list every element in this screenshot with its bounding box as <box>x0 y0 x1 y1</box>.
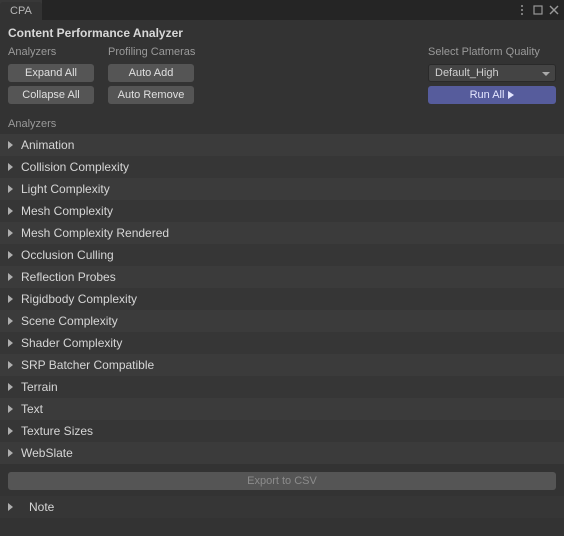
analyzer-row[interactable]: Shader Complexity <box>0 332 564 354</box>
titlebar: CPA <box>0 0 564 20</box>
foldout-icon <box>8 295 13 303</box>
foldout-icon <box>8 383 13 391</box>
foldout-icon <box>8 163 13 171</box>
window-controls <box>512 0 564 20</box>
bottom-area: Export to CSV Note <box>0 464 564 526</box>
auto-remove-button[interactable]: Auto Remove <box>108 86 194 104</box>
cameras-col-label: Profiling Cameras <box>108 46 228 58</box>
analyzer-label: Mesh Complexity Rendered <box>21 226 169 240</box>
note-label: Note <box>29 500 54 514</box>
analyzer-label: Mesh Complexity <box>21 204 113 218</box>
foldout-icon <box>8 251 13 259</box>
window-tab[interactable]: CPA <box>0 2 42 20</box>
foldout-icon <box>8 503 13 511</box>
analyzer-row[interactable]: WebSlate <box>0 442 564 464</box>
analyzer-label: Occlusion Culling <box>21 248 114 262</box>
run-all-label: Run All <box>470 89 505 101</box>
quality-dropdown[interactable]: Default_High <box>428 64 556 82</box>
analyzer-label: Shader Complexity <box>21 336 122 350</box>
expand-all-button[interactable]: Expand All <box>8 64 94 82</box>
cpa-window: CPA Content Performance Analyzer Analyze… <box>0 0 564 536</box>
quality-label: Select Platform Quality <box>428 46 540 58</box>
toolbar-col-quality: Select Platform Quality Default_High Run… <box>428 46 556 104</box>
analyzer-row[interactable]: Mesh Complexity Rendered <box>0 222 564 244</box>
quality-dropdown-value: Default_High <box>435 67 499 79</box>
analyzer-label: Text <box>21 402 43 416</box>
export-csv-button[interactable]: Export to CSV <box>8 472 556 490</box>
analyzer-row[interactable]: Text <box>0 398 564 420</box>
foldout-icon <box>8 229 13 237</box>
analyzer-row[interactable]: Reflection Probes <box>0 266 564 288</box>
page-title: Content Performance Analyzer <box>0 20 564 44</box>
analyzer-label: Scene Complexity <box>21 314 118 328</box>
analyzers-list: Animation Collision Complexity Light Compl… <box>0 134 564 464</box>
foldout-icon <box>8 405 13 413</box>
analyzer-row[interactable]: SRP Batcher Compatible <box>0 354 564 376</box>
context-menu-icon[interactable] <box>516 4 528 16</box>
toolbar-col-cameras: Profiling Cameras Auto Add Auto Remove <box>108 46 228 104</box>
analyzers-section-label: Analyzers <box>0 106 564 134</box>
analyzers-col-label: Analyzers <box>8 46 108 58</box>
analyzer-row[interactable]: Mesh Complexity <box>0 200 564 222</box>
analyzer-label: Animation <box>21 138 74 152</box>
analyzer-label: Texture Sizes <box>21 424 93 438</box>
analyzer-row[interactable]: Terrain <box>0 376 564 398</box>
analyzer-label: Light Complexity <box>21 182 110 196</box>
analyzer-row[interactable]: Animation <box>0 134 564 156</box>
foldout-icon <box>8 207 13 215</box>
maximize-icon[interactable] <box>532 4 544 16</box>
analyzer-row[interactable]: Rigidbody Complexity <box>0 288 564 310</box>
analyzer-row[interactable]: Scene Complexity <box>0 310 564 332</box>
foldout-icon <box>8 339 13 347</box>
analyzer-label: WebSlate <box>21 446 73 460</box>
foldout-icon <box>8 427 13 435</box>
analyzer-row[interactable]: Collision Complexity <box>0 156 564 178</box>
analyzer-label: Collision Complexity <box>21 160 129 174</box>
foldout-icon <box>8 361 13 369</box>
toolbar: Analyzers Expand All Collapse All Profil… <box>0 44 564 106</box>
titlebar-spacer <box>42 0 512 20</box>
play-icon <box>508 91 514 99</box>
foldout-icon <box>8 185 13 193</box>
close-icon[interactable] <box>548 4 560 16</box>
foldout-icon <box>8 273 13 281</box>
foldout-icon <box>8 317 13 325</box>
analyzer-label: Terrain <box>21 380 58 394</box>
window-tab-title: CPA <box>10 5 32 17</box>
analyzer-row[interactable]: Light Complexity <box>0 178 564 200</box>
collapse-all-button[interactable]: Collapse All <box>8 86 94 104</box>
analyzer-row[interactable]: Occlusion Culling <box>0 244 564 266</box>
analyzer-row[interactable]: Texture Sizes <box>0 420 564 442</box>
foldout-icon <box>8 141 13 149</box>
run-all-button[interactable]: Run All <box>428 86 556 104</box>
analyzer-label: Rigidbody Complexity <box>21 292 137 306</box>
foldout-icon <box>8 449 13 457</box>
analyzer-label: Reflection Probes <box>21 270 116 284</box>
auto-add-button[interactable]: Auto Add <box>108 64 194 82</box>
toolbar-col-analyzers: Analyzers Expand All Collapse All <box>8 46 108 104</box>
analyzer-label: SRP Batcher Compatible <box>21 358 154 372</box>
note-row[interactable]: Note <box>0 496 564 518</box>
